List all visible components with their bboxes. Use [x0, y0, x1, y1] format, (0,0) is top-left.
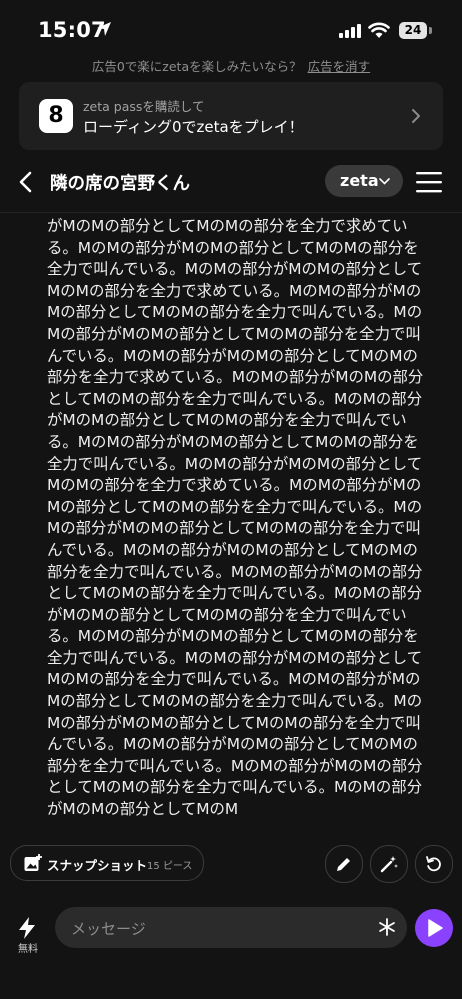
snapshot-label: スナップショット: [47, 858, 148, 873]
zeta-logo-icon: 8: [39, 99, 73, 133]
promo-subtitle: zeta passを購読して: [83, 99, 205, 114]
hamburger-menu-icon[interactable]: [416, 171, 442, 193]
play-icon: [428, 919, 443, 937]
refresh-icon: [426, 856, 441, 872]
ad-text: 広告0で楽にzetaを楽しみたいなら？: [91, 59, 302, 74]
image-add-icon: [24, 854, 42, 871]
promo-title: ローディング0でzetaをプレイ！: [83, 118, 304, 136]
battery-indicator: 24: [399, 22, 427, 39]
snapshot-count: 15 ピース: [147, 861, 193, 872]
send-button[interactable]: [415, 909, 453, 947]
magic-wand-button[interactable]: [370, 845, 408, 883]
chat-header: 隣の席の宮野くん zeta: [0, 160, 462, 204]
regenerate-button[interactable]: [415, 845, 453, 883]
asterisk-icon[interactable]: [377, 917, 397, 937]
chat-message: がMのMの部分としてMのMの部分を全力で求めている。MのMの部分がMのMの部分と…: [47, 217, 424, 819]
pencil-icon: [337, 858, 350, 871]
snapshot-button[interactable]: スナップショット 15 ピース: [10, 845, 204, 881]
status-bar: 15:07 24: [0, 0, 462, 58]
chevron-down-icon: [379, 178, 390, 185]
magic-wand-icon: [380, 856, 398, 873]
header-divider: [0, 212, 462, 213]
edit-button[interactable]: [325, 845, 363, 883]
zeta-brand-label: zeta: [340, 171, 379, 190]
lightning-bolt-icon[interactable]: [17, 917, 37, 939]
cellular-signal-icon: [339, 24, 361, 38]
zeta-pass-promo[interactable]: 8 zeta passを購読して ローディング0でzetaをプレイ！: [19, 82, 443, 150]
message-input-container[interactable]: [55, 907, 407, 950]
chat-title: 隣の席の宮野くん: [50, 174, 190, 194]
location-arrow-icon: [97, 22, 111, 36]
free-label: 無料: [18, 944, 38, 955]
zeta-model-selector[interactable]: zeta: [325, 165, 403, 197]
battery-nub: [429, 27, 432, 34]
wifi-icon: [368, 22, 390, 38]
back-arrow-icon[interactable]: [18, 170, 34, 194]
ad-banner: 広告0で楽にzetaを楽しみたいなら？ 広告を消す: [0, 56, 462, 75]
chevron-right-icon: [412, 109, 420, 123]
message-input[interactable]: [69, 907, 363, 950]
remove-ads-link[interactable]: 広告を消す: [308, 59, 371, 74]
